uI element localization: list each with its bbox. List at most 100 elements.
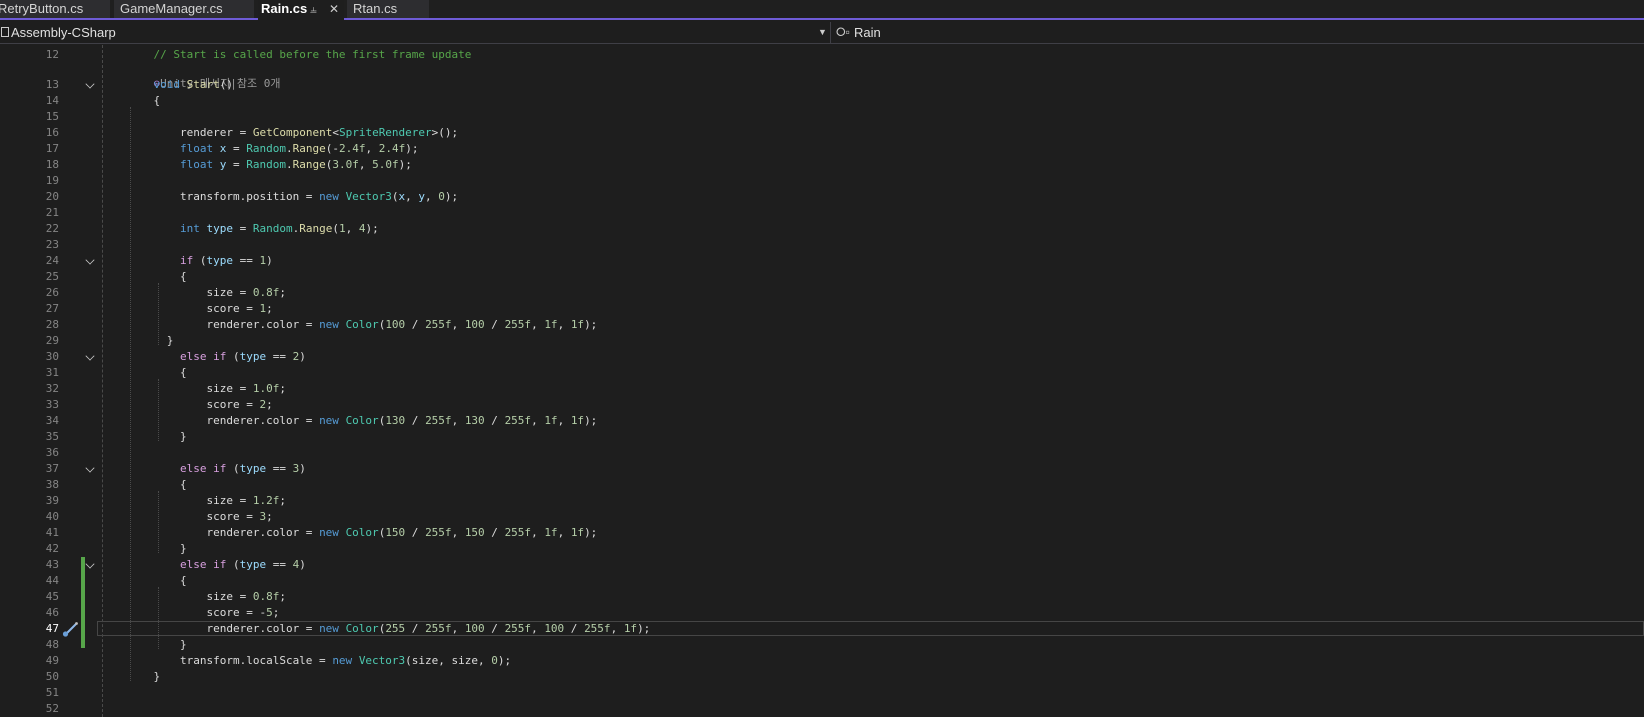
code-line[interactable]: 50 } <box>0 669 1644 685</box>
code-line[interactable]: 24 if (type == 1) <box>0 253 1644 269</box>
code-line[interactable]: 23 <box>0 237 1644 253</box>
code-text: size = 0.8f; <box>127 285 286 301</box>
code-token: . <box>285 158 293 171</box>
code-token: 100 <box>464 622 485 635</box>
code-line[interactable]: 15 <box>0 109 1644 125</box>
tab-label: GameManager.cs <box>120 1 223 16</box>
code-line[interactable]: 22 int type = Random.Range(1, 4); <box>0 221 1644 237</box>
code-text: { <box>127 93 160 109</box>
fold-chevron-icon[interactable] <box>85 79 95 89</box>
line-number: 40 <box>45 510 59 523</box>
code-line[interactable]: 49 transform.localScale = new Vector3(si… <box>0 653 1644 669</box>
code-line[interactable]: 21 <box>0 205 1644 221</box>
code-line[interactable]: 41 renderer.color = new Color(150 / 255f… <box>0 525 1644 541</box>
code-line[interactable]: 48 } <box>0 637 1644 653</box>
code-line[interactable]: 29 } <box>0 333 1644 349</box>
code-token: SpriteRenderer <box>338 126 432 139</box>
code-token: / <box>484 622 505 635</box>
code-line[interactable]: 40 score = 3; <box>0 509 1644 525</box>
code-line[interactable]: 52 <box>0 701 1644 717</box>
code-line[interactable]: 33 score = 2; <box>0 397 1644 413</box>
code-line[interactable]: 31 { <box>0 365 1644 381</box>
line-number: 23 <box>45 238 59 251</box>
tab-label: RetryButton.cs <box>0 1 84 16</box>
code-line[interactable]: 37 else if (type == 3) <box>0 461 1644 477</box>
code-token: ) <box>299 462 306 475</box>
code-token: 150 <box>385 526 406 539</box>
code-token: transform.position = <box>127 190 320 203</box>
code-token: ; <box>272 606 280 619</box>
code-token: 5 <box>266 606 273 619</box>
close-icon[interactable]: ✕ <box>329 0 339 18</box>
project-dropdown[interactable]: Assembly-CSharp ▼ <box>0 22 831 43</box>
code-token: 255f <box>504 318 532 331</box>
code-token: score = <box>127 398 260 411</box>
code-token: 255f <box>425 526 452 539</box>
code-token: , <box>451 414 465 427</box>
tab-rtan[interactable]: Rtan.cs <box>347 0 429 18</box>
code-token: ); <box>444 190 459 203</box>
code-line[interactable]: 18 float y = Random.Range(3.0f, 5.0f); <box>0 157 1644 173</box>
code-line[interactable]: 39 size = 1.2f; <box>0 493 1644 509</box>
code-line[interactable]: 44 { <box>0 573 1644 589</box>
code-line[interactable]: 27 score = 1; <box>0 301 1644 317</box>
code-line[interactable]: 12 // Start is called before the first f… <box>0 47 1644 63</box>
code-line[interactable]: 47 renderer.color = new Color(255 / 255f… <box>0 621 1644 637</box>
code-token: ( <box>391 190 399 203</box>
tab-gamemanager[interactable]: GameManager.cs <box>114 0 254 18</box>
tab-retrybutton[interactable]: RetryButton.cs <box>0 0 110 18</box>
code-token: new <box>332 654 353 667</box>
code-token: , <box>345 222 359 235</box>
code-token: { <box>127 270 187 283</box>
fold-chevron-icon[interactable] <box>85 463 95 473</box>
code-token: / <box>484 414 505 427</box>
fold-chevron-icon[interactable] <box>85 559 95 569</box>
code-token: 255 <box>385 622 406 635</box>
code-token: size = <box>127 590 253 603</box>
code-text: transform.localScale = new Vector3(size,… <box>127 653 511 669</box>
fold-chevron-icon[interactable] <box>85 351 95 361</box>
code-line[interactable]: 34 renderer.color = new Color(130 / 255f… <box>0 413 1644 429</box>
code-line[interactable]: 13 void Start() <box>0 77 1644 93</box>
code-line[interactable]: 46 score = -5; <box>0 605 1644 621</box>
code-text: float y = Random.Range(3.0f, 5.0f); <box>127 157 412 173</box>
tab-rain[interactable]: Rain.cs ⫨ ✕ <box>258 0 344 20</box>
fold-chevron-icon[interactable] <box>85 255 95 265</box>
code-token: / <box>564 622 585 635</box>
code-line[interactable]: 19 <box>0 173 1644 189</box>
code-line[interactable]: 35 } <box>0 429 1644 445</box>
quick-action-brush-icon[interactable] <box>61 621 79 637</box>
code-line[interactable]: 28 renderer.color = new Color(100 / 255f… <box>0 317 1644 333</box>
code-line[interactable]: 16 renderer = GetComponent<SpriteRendere… <box>0 125 1644 141</box>
code-line[interactable]: 51 <box>0 685 1644 701</box>
code-editor[interactable]: ⊙Unity 메시지|참조 0개 12 // Start is called b… <box>0 45 1644 717</box>
code-line[interactable]: 17 float x = Random.Range(-2.4f, 2.4f); <box>0 141 1644 157</box>
code-token: , <box>531 414 545 427</box>
code-token: ); <box>405 142 419 155</box>
code-line[interactable]: 45 size = 0.8f; <box>0 589 1644 605</box>
code-token: Color <box>345 622 379 635</box>
code-line[interactable]: 42 } <box>0 541 1644 557</box>
code-line[interactable]: 38 { <box>0 477 1644 493</box>
code-token: / <box>405 318 426 331</box>
code-line[interactable]: 32 size = 1.0f; <box>0 381 1644 397</box>
code-line[interactable]: 26 size = 0.8f; <box>0 285 1644 301</box>
pin-icon[interactable]: ⫨ <box>310 0 317 18</box>
code-line[interactable]: 20 transform.position = new Vector3(x, y… <box>0 189 1644 205</box>
code-line[interactable]: 14 { <box>0 93 1644 109</box>
line-number: 50 <box>45 670 59 683</box>
code-line[interactable]: 36 <box>0 445 1644 461</box>
code-token: ; <box>279 286 286 299</box>
code-line[interactable]: 25 { <box>0 269 1644 285</box>
code-token: Color <box>345 414 379 427</box>
code-token: 1.2f <box>252 494 280 507</box>
line-number: 19 <box>45 174 59 187</box>
code-token: if <box>213 462 227 475</box>
code-token: , <box>451 318 465 331</box>
code-line[interactable]: 43 else if (type == 4) <box>0 557 1644 573</box>
code-line[interactable]: 30 else if (type == 2) <box>0 349 1644 365</box>
code-text: // Start is called before the first fram… <box>127 47 472 63</box>
